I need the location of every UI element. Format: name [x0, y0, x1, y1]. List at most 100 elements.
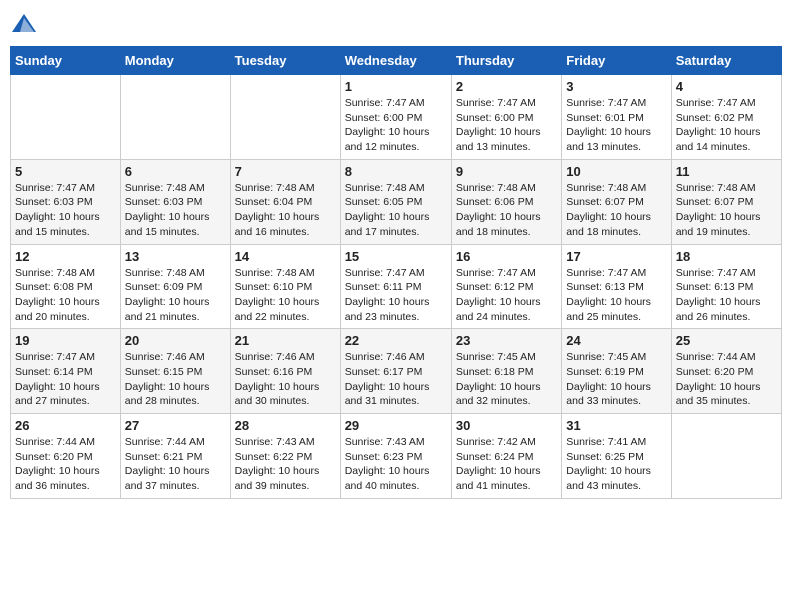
day-detail: Sunrise: 7:47 AMSunset: 6:14 PMDaylight:…	[15, 350, 116, 409]
calendar-cell: 16 Sunrise: 7:47 AMSunset: 6:12 PMDayligh…	[451, 244, 561, 329]
calendar-cell: 19 Sunrise: 7:47 AMSunset: 6:14 PMDayligh…	[11, 329, 121, 414]
day-detail: Sunrise: 7:48 AMSunset: 6:07 PMDaylight:…	[676, 181, 777, 240]
day-number: 15	[345, 249, 447, 264]
calendar-cell: 27Sunrise: 7:44 AMSunset: 6:21 PMDayligh…	[120, 414, 230, 499]
calendar-cell: 6 Sunrise: 7:48 AMSunset: 6:03 PMDaylight…	[120, 159, 230, 244]
day-number: 29	[345, 418, 447, 433]
calendar-cell: 26 Sunrise: 7:44 AMSunset: 6:20 PMDayligh…	[11, 414, 121, 499]
calendar-cell	[11, 75, 121, 160]
day-number: 14	[235, 249, 336, 264]
day-detail: Sunrise: 7:47 AMSunset: 6:00 PMDaylight:…	[456, 96, 557, 155]
day-number: 25	[676, 333, 777, 348]
day-number: 2	[456, 79, 557, 94]
day-detail: Sunrise: 7:47 AMSunset: 6:13 PMDaylight:…	[676, 266, 777, 325]
day-detail: Sunrise: 7:47 AMSunset: 6:13 PMDaylight:…	[566, 266, 666, 325]
day-detail: Sunrise: 7:46 AMSunset: 6:16 PMDaylight:…	[235, 350, 336, 409]
calendar-cell: 25 Sunrise: 7:44 AMSunset: 6:20 PMDayligh…	[671, 329, 781, 414]
day-number: 28	[235, 418, 336, 433]
day-detail: Sunrise: 7:43 AMSunset: 6:22 PMDaylight:…	[235, 435, 336, 494]
day-detail: Sunrise: 7:44 AMSunset: 6:20 PMDaylight:…	[15, 435, 116, 494]
calendar-cell: 13Sunrise: 7:48 AMSunset: 6:09 PMDayligh…	[120, 244, 230, 329]
calendar-cell: 2 Sunrise: 7:47 AMSunset: 6:00 PMDaylight…	[451, 75, 561, 160]
calendar-table: SundayMondayTuesdayWednesdayThursdayFrid…	[10, 46, 782, 499]
calendar-cell	[120, 75, 230, 160]
day-number: 22	[345, 333, 447, 348]
calendar-cell	[671, 414, 781, 499]
day-number: 19	[15, 333, 116, 348]
day-number: 27	[125, 418, 226, 433]
logo	[10, 10, 42, 38]
day-number: 3	[566, 79, 666, 94]
day-number: 30	[456, 418, 557, 433]
calendar-cell: 7Sunrise: 7:48 AMSunset: 6:04 PMDaylight…	[230, 159, 340, 244]
day-detail: Sunrise: 7:48 AMSunset: 6:10 PMDaylight:…	[235, 266, 336, 325]
day-detail: Sunrise: 7:47 AMSunset: 6:03 PMDaylight:…	[15, 181, 116, 240]
day-number: 20	[125, 333, 226, 348]
calendar-cell: 24Sunrise: 7:45 AMSunset: 6:19 PMDayligh…	[562, 329, 671, 414]
calendar-week-5: 26 Sunrise: 7:44 AMSunset: 6:20 PMDayligh…	[11, 414, 782, 499]
day-detail: Sunrise: 7:48 AMSunset: 6:04 PMDaylight:…	[235, 181, 336, 240]
day-number: 1	[345, 79, 447, 94]
day-detail: Sunrise: 7:46 AMSunset: 6:17 PMDaylight:…	[345, 350, 447, 409]
day-number: 23	[456, 333, 557, 348]
calendar-header-row: SundayMondayTuesdayWednesdayThursdayFrid…	[11, 47, 782, 75]
logo-icon	[10, 10, 38, 38]
day-header-thursday: Thursday	[451, 47, 561, 75]
day-header-tuesday: Tuesday	[230, 47, 340, 75]
calendar-cell: 8 Sunrise: 7:48 AMSunset: 6:05 PMDaylight…	[340, 159, 451, 244]
day-detail: Sunrise: 7:42 AMSunset: 6:24 PMDaylight:…	[456, 435, 557, 494]
calendar-week-3: 12 Sunrise: 7:48 AMSunset: 6:08 PMDayligh…	[11, 244, 782, 329]
calendar-week-1: 1 Sunrise: 7:47 AMSunset: 6:00 PMDaylight…	[11, 75, 782, 160]
page-container: SundayMondayTuesdayWednesdayThursdayFrid…	[0, 0, 792, 509]
day-number: 12	[15, 249, 116, 264]
calendar-cell: 11 Sunrise: 7:48 AMSunset: 6:07 PMDayligh…	[671, 159, 781, 244]
day-number: 18	[676, 249, 777, 264]
calendar-cell: 20Sunrise: 7:46 AMSunset: 6:15 PMDayligh…	[120, 329, 230, 414]
day-number: 5	[15, 164, 116, 179]
day-number: 31	[566, 418, 666, 433]
day-detail: Sunrise: 7:44 AMSunset: 6:20 PMDaylight:…	[676, 350, 777, 409]
day-detail: Sunrise: 7:43 AMSunset: 6:23 PMDaylight:…	[345, 435, 447, 494]
day-header-saturday: Saturday	[671, 47, 781, 75]
calendar-cell: 12 Sunrise: 7:48 AMSunset: 6:08 PMDayligh…	[11, 244, 121, 329]
day-number: 21	[235, 333, 336, 348]
calendar-cell: 15 Sunrise: 7:47 AMSunset: 6:11 PMDayligh…	[340, 244, 451, 329]
day-detail: Sunrise: 7:47 AMSunset: 6:12 PMDaylight:…	[456, 266, 557, 325]
day-detail: Sunrise: 7:41 AMSunset: 6:25 PMDaylight:…	[566, 435, 666, 494]
day-detail: Sunrise: 7:47 AMSunset: 6:00 PMDaylight:…	[345, 96, 447, 155]
calendar-week-4: 19 Sunrise: 7:47 AMSunset: 6:14 PMDayligh…	[11, 329, 782, 414]
day-detail: Sunrise: 7:47 AMSunset: 6:01 PMDaylight:…	[566, 96, 666, 155]
calendar-cell: 17 Sunrise: 7:47 AMSunset: 6:13 PMDayligh…	[562, 244, 671, 329]
calendar-cell	[230, 75, 340, 160]
day-header-friday: Friday	[562, 47, 671, 75]
day-detail: Sunrise: 7:47 AMSunset: 6:02 PMDaylight:…	[676, 96, 777, 155]
day-detail: Sunrise: 7:47 AMSunset: 6:11 PMDaylight:…	[345, 266, 447, 325]
day-detail: Sunrise: 7:48 AMSunset: 6:03 PMDaylight:…	[125, 181, 226, 240]
calendar-cell: 4Sunrise: 7:47 AMSunset: 6:02 PMDaylight…	[671, 75, 781, 160]
calendar-cell: 30 Sunrise: 7:42 AMSunset: 6:24 PMDayligh…	[451, 414, 561, 499]
day-header-wednesday: Wednesday	[340, 47, 451, 75]
day-header-monday: Monday	[120, 47, 230, 75]
calendar-cell: 28 Sunrise: 7:43 AMSunset: 6:22 PMDayligh…	[230, 414, 340, 499]
calendar-cell: 22 Sunrise: 7:46 AMSunset: 6:17 PMDayligh…	[340, 329, 451, 414]
calendar-cell: 18 Sunrise: 7:47 AMSunset: 6:13 PMDayligh…	[671, 244, 781, 329]
calendar-cell: 9Sunrise: 7:48 AMSunset: 6:06 PMDaylight…	[451, 159, 561, 244]
calendar-cell: 29 Sunrise: 7:43 AMSunset: 6:23 PMDayligh…	[340, 414, 451, 499]
day-number: 16	[456, 249, 557, 264]
day-detail: Sunrise: 7:45 AMSunset: 6:18 PMDaylight:…	[456, 350, 557, 409]
day-number: 11	[676, 164, 777, 179]
day-number: 8	[345, 164, 447, 179]
calendar-cell: 14 Sunrise: 7:48 AMSunset: 6:10 PMDayligh…	[230, 244, 340, 329]
calendar-cell: 5 Sunrise: 7:47 AMSunset: 6:03 PMDaylight…	[11, 159, 121, 244]
calendar-cell: 3 Sunrise: 7:47 AMSunset: 6:01 PMDaylight…	[562, 75, 671, 160]
day-number: 26	[15, 418, 116, 433]
day-number: 17	[566, 249, 666, 264]
day-detail: Sunrise: 7:48 AMSunset: 6:05 PMDaylight:…	[345, 181, 447, 240]
day-number: 6	[125, 164, 226, 179]
day-number: 13	[125, 249, 226, 264]
day-detail: Sunrise: 7:45 AMSunset: 6:19 PMDaylight:…	[566, 350, 666, 409]
calendar-cell: 21 Sunrise: 7:46 AMSunset: 6:16 PMDayligh…	[230, 329, 340, 414]
day-detail: Sunrise: 7:48 AMSunset: 6:08 PMDaylight:…	[15, 266, 116, 325]
day-number: 9	[456, 164, 557, 179]
calendar-cell: 23 Sunrise: 7:45 AMSunset: 6:18 PMDayligh…	[451, 329, 561, 414]
